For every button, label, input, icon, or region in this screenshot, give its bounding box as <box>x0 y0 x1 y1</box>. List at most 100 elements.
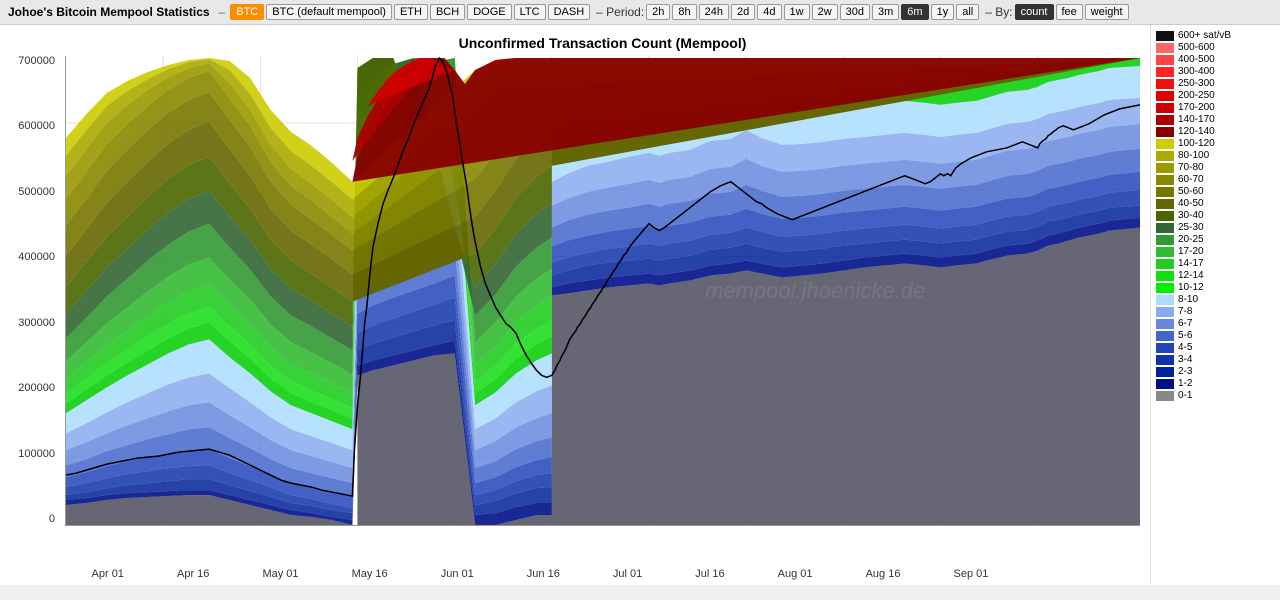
legend-item: 40-50 <box>1156 198 1275 209</box>
legend-item: 3-4 <box>1156 354 1275 365</box>
coin-btn-eth[interactable]: ETH <box>394 4 428 20</box>
legend-item: 14-17 <box>1156 258 1275 269</box>
period-4d[interactable]: 4d <box>757 4 781 20</box>
legend-item: 120-140 <box>1156 126 1275 137</box>
coin-btn-doge[interactable]: DOGE <box>467 4 511 20</box>
legend-color <box>1156 115 1174 125</box>
legend-item: 12-14 <box>1156 270 1275 281</box>
legend-color <box>1156 223 1174 233</box>
legend-label: 3-4 <box>1178 354 1192 365</box>
legend-item: 20-25 <box>1156 234 1275 245</box>
legend-label: 10-12 <box>1178 282 1204 293</box>
legend-label: 25-30 <box>1178 222 1204 233</box>
legend-label: 30-40 <box>1178 210 1204 221</box>
legend: 600+ sat/vB500-600400-500300-400250-3002… <box>1150 25 1280 585</box>
legend-label: 120-140 <box>1178 126 1215 137</box>
chart-area: Unconfirmed Transaction Count (Mempool) … <box>0 25 1150 585</box>
period-3m[interactable]: 3m <box>872 4 899 20</box>
legend-item: 140-170 <box>1156 114 1275 125</box>
legend-item: 4-5 <box>1156 342 1275 353</box>
legend-color <box>1156 211 1174 221</box>
legend-item: 2-3 <box>1156 366 1275 377</box>
legend-item: 600+ sat/vB <box>1156 30 1275 41</box>
legend-item: 8-10 <box>1156 294 1275 305</box>
legend-item: 200-250 <box>1156 90 1275 101</box>
period-8h[interactable]: 8h <box>672 4 696 20</box>
legend-label: 250-300 <box>1178 78 1215 89</box>
legend-label: 100-120 <box>1178 138 1215 149</box>
legend-item: 5-6 <box>1156 330 1275 341</box>
legend-color <box>1156 139 1174 149</box>
legend-label: 1-2 <box>1178 378 1192 389</box>
legend-label: 0-1 <box>1178 390 1192 401</box>
legend-label: 14-17 <box>1178 258 1204 269</box>
chart-title: Unconfirmed Transaction Count (Mempool) <box>65 35 1140 51</box>
coin-btn-btc-default[interactable]: BTC (default mempool) <box>266 4 392 20</box>
x-axis: Apr 01 Apr 16 May 01 May 16 Jun 01 Jun 1… <box>65 568 1015 580</box>
legend-label: 400-500 <box>1178 54 1215 65</box>
legend-color <box>1156 187 1174 197</box>
legend-color <box>1156 247 1174 257</box>
period-1w[interactable]: 1w <box>784 4 810 20</box>
legend-item: 50-60 <box>1156 186 1275 197</box>
legend-label: 17-20 <box>1178 246 1204 257</box>
legend-item: 500-600 <box>1156 42 1275 53</box>
legend-color <box>1156 175 1174 185</box>
legend-color <box>1156 127 1174 137</box>
by-count[interactable]: count <box>1015 4 1054 20</box>
y-axis: 700000 600000 500000 400000 300000 20000… <box>0 55 60 525</box>
legend-item: 80-100 <box>1156 150 1275 161</box>
legend-label: 80-100 <box>1178 150 1209 161</box>
legend-label: 8-10 <box>1178 294 1198 305</box>
period-2h[interactable]: 2h <box>646 4 670 20</box>
legend-color <box>1156 295 1174 305</box>
chart-svg <box>66 56 1140 525</box>
main-content: Unconfirmed Transaction Count (Mempool) … <box>0 25 1280 585</box>
legend-label: 300-400 <box>1178 66 1215 77</box>
period-30d[interactable]: 30d <box>840 4 870 20</box>
legend-label: 7-8 <box>1178 306 1192 317</box>
legend-color <box>1156 391 1174 401</box>
legend-label: 4-5 <box>1178 342 1192 353</box>
coin-btn-dash[interactable]: DASH <box>548 4 591 20</box>
period-2w[interactable]: 2w <box>812 4 838 20</box>
legend-item: 100-120 <box>1156 138 1275 149</box>
legend-item: 60-70 <box>1156 174 1275 185</box>
legend-item: 25-30 <box>1156 222 1275 233</box>
legend-color <box>1156 271 1174 281</box>
legend-color <box>1156 355 1174 365</box>
site-title: Johoe's Bitcoin Mempool Statistics <box>8 5 210 19</box>
legend-item: 7-8 <box>1156 306 1275 317</box>
legend-color <box>1156 331 1174 341</box>
coin-btn-bch[interactable]: BCH <box>430 4 465 20</box>
legend-item: 70-80 <box>1156 162 1275 173</box>
legend-item: 400-500 <box>1156 54 1275 65</box>
period-all[interactable]: all <box>956 4 979 20</box>
by-weight[interactable]: weight <box>1085 4 1129 20</box>
legend-label: 70-80 <box>1178 162 1204 173</box>
period-1y[interactable]: 1y <box>931 4 955 20</box>
legend-color <box>1156 259 1174 269</box>
period-6m[interactable]: 6m <box>901 4 928 20</box>
chart-container: mempool.jhoenicke.de <box>65 56 1140 526</box>
legend-color <box>1156 103 1174 113</box>
coin-btn-ltc[interactable]: LTC <box>514 4 546 20</box>
legend-color <box>1156 163 1174 173</box>
legend-label: 20-25 <box>1178 234 1204 245</box>
legend-color <box>1156 55 1174 65</box>
period-24h[interactable]: 24h <box>699 4 729 20</box>
legend-color <box>1156 151 1174 161</box>
coin-btn-btc[interactable]: BTC <box>230 4 264 20</box>
period-2d[interactable]: 2d <box>731 4 755 20</box>
legend-label: 5-6 <box>1178 330 1192 341</box>
legend-color <box>1156 379 1174 389</box>
dash1: – <box>219 5 226 19</box>
by-fee[interactable]: fee <box>1056 4 1083 20</box>
legend-label: 40-50 <box>1178 198 1204 209</box>
legend-item: 6-7 <box>1156 318 1275 329</box>
legend-item: 300-400 <box>1156 66 1275 77</box>
legend-color <box>1156 67 1174 77</box>
legend-color <box>1156 91 1174 101</box>
legend-label: 500-600 <box>1178 42 1215 53</box>
by-label: – By: <box>985 5 1012 19</box>
